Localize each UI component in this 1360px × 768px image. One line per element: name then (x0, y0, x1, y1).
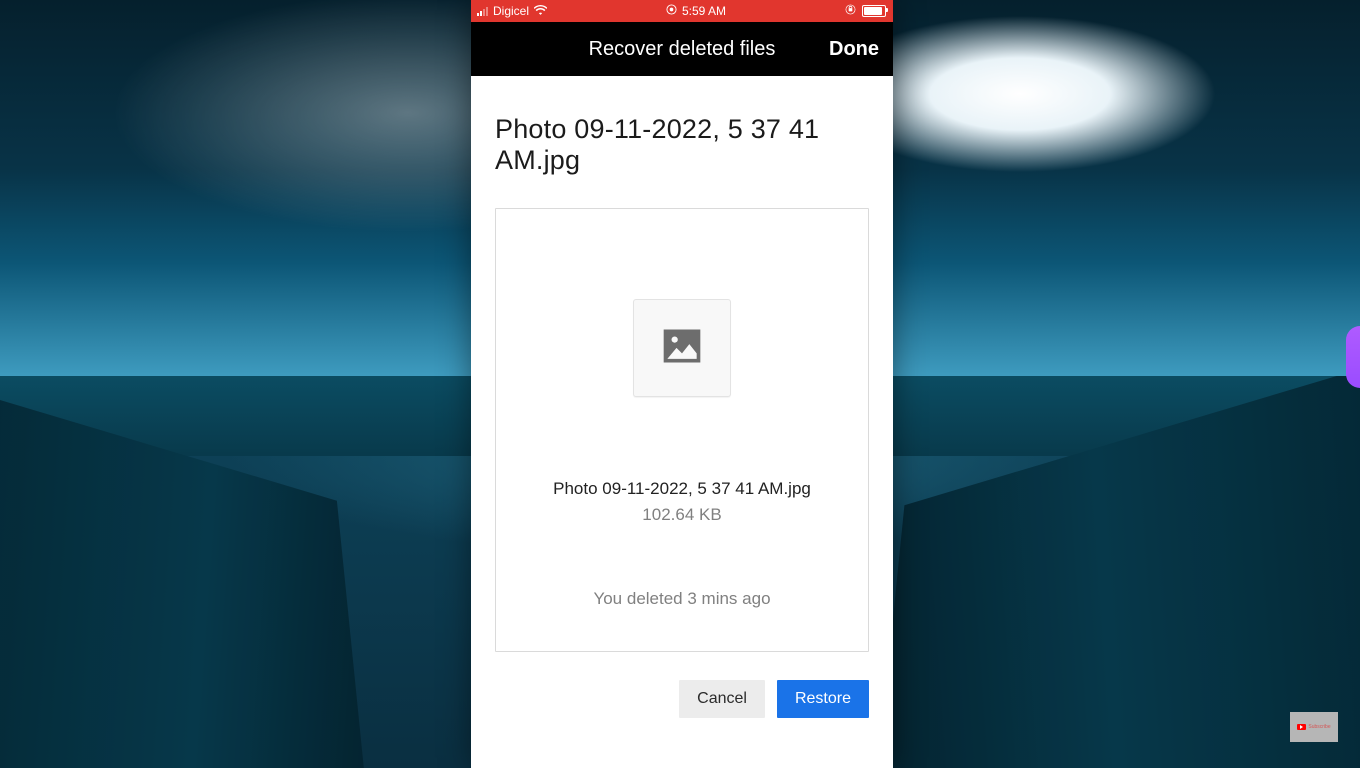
cell-signal-icon (477, 6, 488, 16)
file-title: Photo 09-11-2022, 5 37 41 AM.jpg (495, 114, 869, 176)
done-button[interactable]: Done (829, 38, 879, 61)
orientation-lock-icon (845, 4, 856, 18)
carrier-label: Digicel (493, 4, 529, 18)
recording-icon (666, 4, 677, 18)
file-card: Photo 09-11-2022, 5 37 41 AM.jpg 102.64 … (495, 208, 869, 652)
file-thumbnail (633, 299, 731, 397)
restore-button[interactable]: Restore (777, 680, 869, 718)
app-body: Photo 09-11-2022, 5 37 41 AM.jpg Photo 0… (471, 76, 893, 768)
file-size: 102.64 KB (642, 505, 721, 525)
action-row: Cancel Restore (495, 680, 869, 718)
deleted-info: You deleted 3 mins ago (593, 589, 770, 609)
subscribe-label: Subscribe (1308, 724, 1330, 730)
file-name: Photo 09-11-2022, 5 37 41 AM.jpg (553, 479, 811, 499)
navbar-title: Recover deleted files (589, 38, 776, 61)
cancel-button[interactable]: Cancel (679, 680, 765, 718)
wifi-icon (534, 4, 547, 18)
phone-screen: Digicel 5:59 AM Recover deleted files Do… (471, 0, 893, 768)
youtube-icon (1297, 724, 1306, 730)
clock-time: 5:59 AM (682, 4, 726, 18)
status-bar: Digicel 5:59 AM (471, 0, 893, 22)
side-widget-handle[interactable] (1346, 326, 1360, 388)
image-placeholder-icon (660, 324, 704, 373)
subscribe-badge[interactable]: Subscribe (1290, 712, 1338, 742)
app-navbar: Recover deleted files Done (471, 22, 893, 76)
battery-icon (862, 5, 886, 17)
